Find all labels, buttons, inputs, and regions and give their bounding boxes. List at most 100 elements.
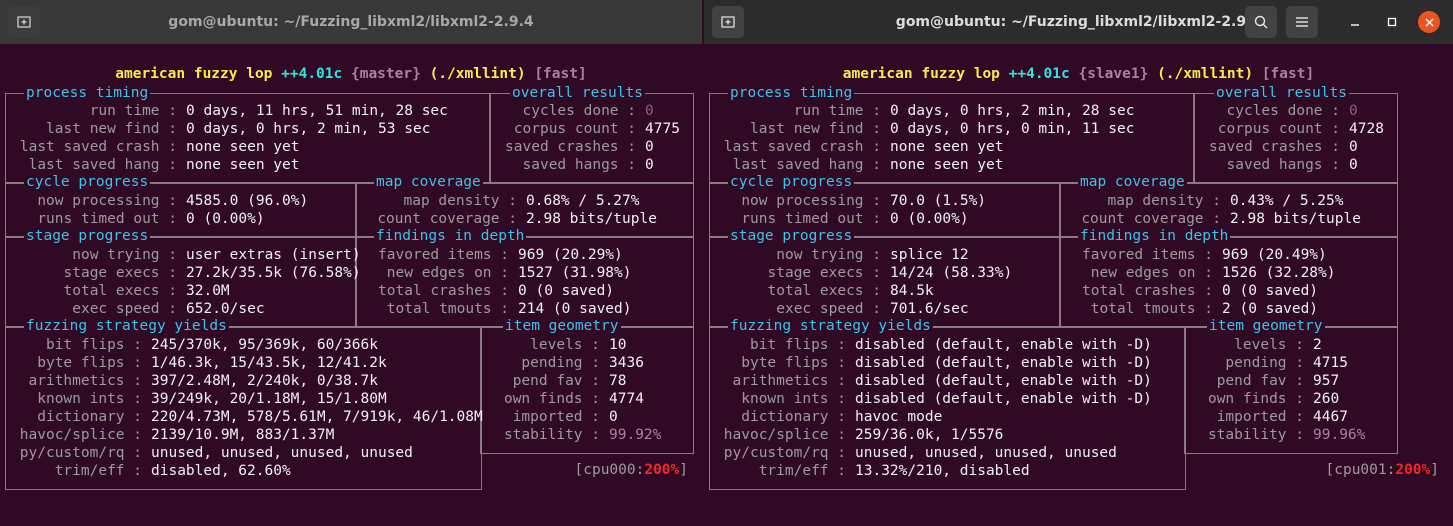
label-total-crashes: total crashes : xyxy=(1082,283,1213,299)
value-exec-speed: 652.0/sec xyxy=(186,301,265,317)
banner-name: american fuzzy lop xyxy=(842,66,1000,82)
value-total-crashes: 0 (0 saved) xyxy=(518,283,615,299)
title-bar[interactable]: gom@ubuntu: ~/Fuzzing_libxml2/libxml2-2.… xyxy=(704,0,1453,44)
value-known-ints: disabled (default, enable with -D) xyxy=(855,391,1152,407)
value-byte-flips: 1/46.3k, 15/43.5k, 12/41.2k xyxy=(151,355,387,371)
afl-banner: american fuzzy lop ++4.01c {master} (./x… xyxy=(0,66,702,82)
banner-role: {slave1} xyxy=(1078,66,1149,82)
label-last-saved-crash: last saved crash : xyxy=(723,139,881,155)
banner-version: ++4.01c xyxy=(1008,66,1070,82)
terminal-area[interactable]: american fuzzy lop ++4.01c {master} (./x… xyxy=(0,44,702,526)
value-last-saved-hang: none seen yet xyxy=(186,157,300,173)
label-exec-speed: exec speed : xyxy=(72,301,177,317)
value-stage-execs: 27.2k/35.5k (76.58%) xyxy=(186,265,361,281)
label-stage-execs: stage execs : xyxy=(63,265,178,281)
value-pend-fav: 78 xyxy=(609,373,627,389)
label-saved-crashes: saved crashes : xyxy=(505,139,636,155)
label-map-density: map density : xyxy=(1107,193,1222,209)
value-trim-eff: 13.32%/210, disabled xyxy=(855,463,1030,479)
label-corpus-count: corpus count : xyxy=(1217,121,1340,137)
label-imported: imported : xyxy=(512,409,600,425)
label-trim-eff: trim/eff : xyxy=(54,463,142,479)
value-pending: 4715 xyxy=(1313,355,1348,371)
value-arithmetics: 397/2.48M, 2/240k, 0/38.7k xyxy=(151,373,378,389)
value-havoc-splice: 259/36.0k, 1/5576 xyxy=(855,427,1004,443)
section-title-cycle-progress: cycle progress xyxy=(24,174,151,191)
value-favored-items: 969 (20.49%) xyxy=(1222,247,1327,263)
value-stability: 99.92% xyxy=(609,427,662,443)
value-bit-flips: disabled (default, enable with -D) xyxy=(855,337,1152,353)
section-title-stage-progress: stage progress xyxy=(24,228,151,245)
close-button[interactable] xyxy=(1418,11,1440,33)
maximize-button[interactable] xyxy=(1382,12,1402,32)
label-now-processing: now processing : xyxy=(741,193,881,209)
cpu-indicator: [cpu000:200%] xyxy=(574,462,689,478)
cpu-indicator: [cpu001:200%] xyxy=(1325,462,1440,478)
new-tab-button[interactable] xyxy=(712,6,744,38)
label-runs-timed-out: runs timed out : xyxy=(37,211,177,227)
banner-mode: [fast] xyxy=(1261,66,1315,82)
section-title-overall-results: overall results xyxy=(510,85,645,102)
terminal-area[interactable]: american fuzzy lop ++4.01c {slave1} (./x… xyxy=(704,44,1453,526)
value-runs-timed-out: 0 (0.00%) xyxy=(890,211,969,227)
search-button[interactable] xyxy=(1245,6,1277,38)
label-arithmetics: arithmetics : xyxy=(28,373,143,389)
banner-target: (./xmllint) xyxy=(1157,66,1254,82)
banner-version: ++4.01c xyxy=(281,66,343,82)
value-now-trying: splice 12 xyxy=(890,247,969,263)
value-exec-speed: 701.6/sec xyxy=(890,301,969,317)
value-last-saved-hang: none seen yet xyxy=(890,157,1004,173)
value-saved-hangs: 0 xyxy=(1349,157,1358,173)
value-dictionary: havoc mode xyxy=(855,409,943,425)
value-byte-flips: disabled (default, enable with -D) xyxy=(855,355,1152,371)
value-stability: 99.96% xyxy=(1313,427,1366,443)
new-tab-icon xyxy=(17,16,31,28)
section-title-fuzzing-strategy-yields: fuzzing strategy yields xyxy=(24,318,229,335)
banner-name: american fuzzy lop xyxy=(115,66,273,82)
label-saved-hangs: saved hangs : xyxy=(522,157,637,173)
value-saved-crashes: 0 xyxy=(645,139,654,155)
value-now-processing: 70.0 (1.5%) xyxy=(890,193,987,209)
value-levels: 10 xyxy=(609,337,627,353)
label-havoc-splice: havoc/splice : xyxy=(723,427,846,443)
label-imported: imported : xyxy=(1216,409,1304,425)
section-title-cycle-progress: cycle progress xyxy=(728,174,855,191)
value-corpus-count: 4728 xyxy=(1349,121,1384,137)
label-run-time: run time : xyxy=(793,103,881,119)
menu-button[interactable] xyxy=(1286,6,1318,38)
label-py-custom-rq: py/custom/rq : xyxy=(19,445,142,461)
label-bit-flips: bit flips : xyxy=(45,337,142,353)
value-trim-eff: disabled, 62.60% xyxy=(151,463,291,479)
maximize-icon xyxy=(1387,17,1397,27)
label-run-time: run time : xyxy=(89,103,177,119)
label-favored-items: favored items : xyxy=(1082,247,1213,263)
new-tab-button[interactable] xyxy=(8,6,40,38)
value-arithmetics: disabled (default, enable with -D) xyxy=(855,373,1152,389)
title-bar[interactable]: gom@ubuntu: ~/Fuzzing_libxml2/libxml2-2.… xyxy=(0,0,702,44)
cpu-value: 200% xyxy=(644,462,680,478)
label-total-crashes: total crashes : xyxy=(378,283,509,299)
banner-target: (./xmllint) xyxy=(429,66,526,82)
value-known-ints: 39/249k, 20/1.18M, 15/1.80M xyxy=(151,391,387,407)
label-own-finds: own finds : xyxy=(1207,391,1304,407)
label-map-density: map density : xyxy=(403,193,518,209)
label-havoc-splice: havoc/splice : xyxy=(19,427,142,443)
label-new-edges-on: new edges on : xyxy=(1090,265,1213,281)
section-title-fuzzing-strategy-yields: fuzzing strategy yields xyxy=(728,318,933,335)
banner-mode: [fast] xyxy=(534,66,587,82)
label-arithmetics: arithmetics : xyxy=(732,373,847,389)
value-run-time: 0 days, 0 hrs, 2 min, 28 sec xyxy=(890,103,1135,119)
label-levels: levels : xyxy=(1234,337,1304,353)
label-count-coverage: count coverage : xyxy=(377,211,517,227)
label-pending: pending : xyxy=(521,355,600,371)
label-exec-speed: exec speed : xyxy=(776,301,881,317)
section-title-map-coverage: map coverage xyxy=(374,174,483,191)
minimize-button[interactable] xyxy=(1345,12,1365,32)
value-total-execs: 84.5k xyxy=(890,283,934,299)
afl-banner: american fuzzy lop ++4.01c {slave1} (./x… xyxy=(704,66,1453,82)
new-tab-icon xyxy=(721,16,735,28)
label-byte-flips: byte flips : xyxy=(37,355,142,371)
label-py-custom-rq: py/custom/rq : xyxy=(723,445,846,461)
label-last-new-find: last new find : xyxy=(46,121,177,137)
label-saved-crashes: saved crashes : xyxy=(1209,139,1340,155)
